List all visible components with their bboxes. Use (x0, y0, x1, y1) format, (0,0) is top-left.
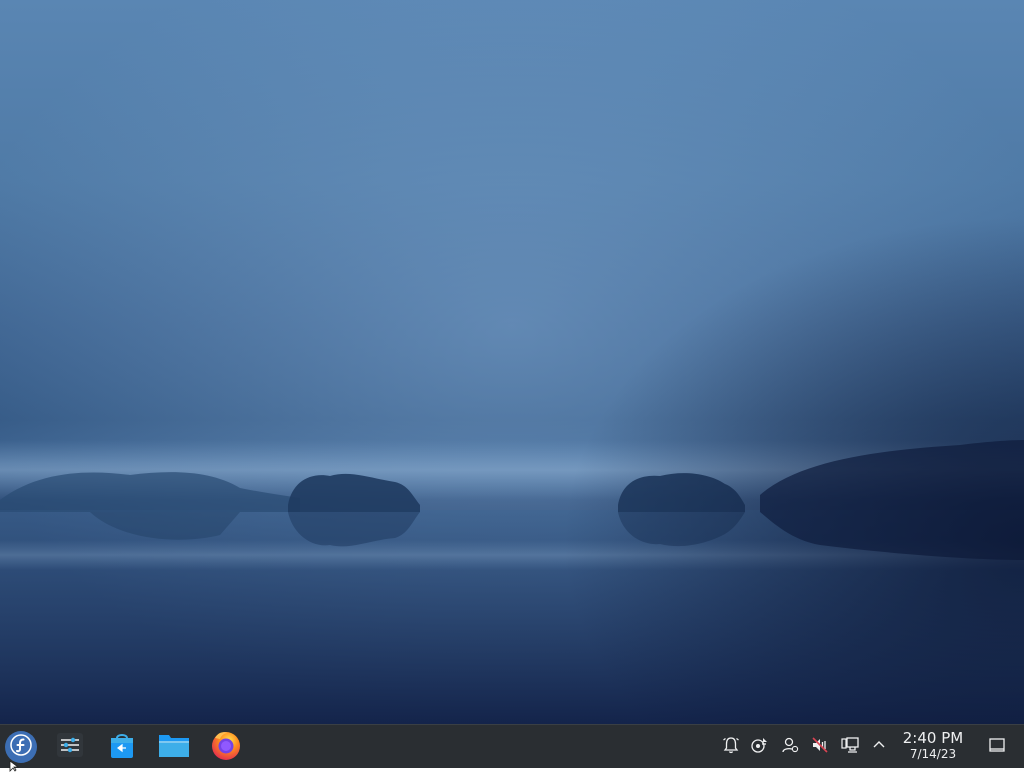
tray-volume[interactable] (809, 736, 831, 758)
tray-network[interactable] (839, 736, 861, 758)
tray-user-switcher[interactable] (779, 736, 801, 758)
task-file-manager[interactable] (157, 730, 191, 764)
mouse-cursor-icon (9, 757, 20, 772)
tray-kde-connect[interactable] (749, 736, 771, 758)
digital-clock[interactable]: 2:40 PM 7/14/23 (896, 729, 970, 762)
discover-store-icon (108, 730, 136, 764)
task-firefox[interactable] (209, 730, 243, 764)
network-wired-icon (840, 735, 860, 759)
firefox-icon (210, 729, 242, 765)
volume-muted-icon (810, 735, 830, 759)
notifications-icon (721, 735, 741, 759)
clock-date: 7/14/23 (909, 747, 957, 761)
taskbar-panel: 2:40 PM 7/14/23 (0, 724, 1024, 768)
tray-expander[interactable] (868, 736, 890, 758)
kde-connect-icon (750, 735, 770, 759)
system-settings-icon (55, 730, 85, 764)
user-switcher-icon (780, 735, 800, 759)
expand-tray-arrow-icon (871, 737, 887, 757)
desktop-wallpaper[interactable] (0, 0, 1024, 724)
wallpaper-lake-scene (0, 0, 1024, 724)
clock-time: 2:40 PM (902, 729, 964, 747)
task-discover[interactable] (105, 730, 139, 764)
show-desktop-icon (988, 736, 1006, 758)
tray-notifications[interactable] (720, 736, 742, 758)
task-system-settings[interactable] (53, 730, 87, 764)
file-manager-icon (158, 731, 190, 763)
show-desktop-button[interactable] (985, 736, 1009, 758)
